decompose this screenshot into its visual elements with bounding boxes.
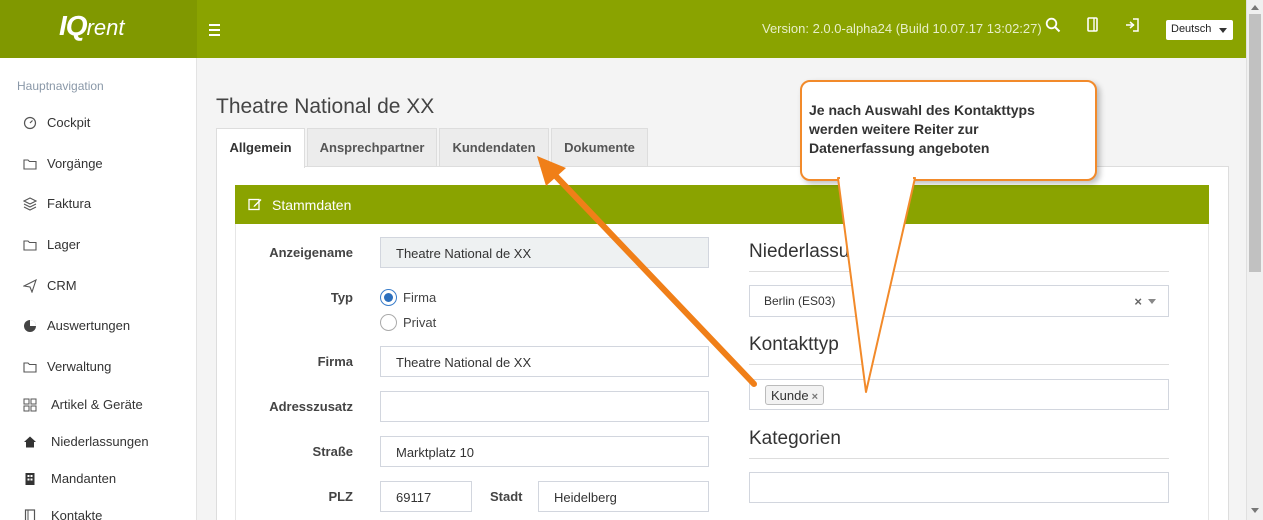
chevron-down-icon xyxy=(1219,28,1227,33)
version-info: Version: 2.0.0-alpha24 (Build 10.07.17 1… xyxy=(762,21,1042,36)
tab-kundendaten[interactable]: Kundendaten xyxy=(439,128,549,166)
annotation-callout: Je nach Auswahl des Kontakttyps werden w… xyxy=(800,80,1097,181)
niederlassung-value: Berlin (ES03) xyxy=(764,294,836,308)
sidebar-item-artikel-geraete[interactable]: Artikel & Geräte xyxy=(0,388,196,422)
sidebar-item-crm[interactable]: CRM xyxy=(0,269,196,303)
language-select[interactable]: Deutsch xyxy=(1166,20,1233,40)
sidebar-item-label: Faktura xyxy=(47,196,92,211)
top-header: IQrent Version: 2.0.0-alpha24 (Build 10.… xyxy=(0,0,1246,58)
book-icon xyxy=(23,509,37,520)
folder-icon xyxy=(23,238,37,252)
firma-label: Firma xyxy=(317,354,353,369)
tab-ansprechpartner[interactable]: Ansprechpartner xyxy=(307,128,437,166)
grid-icon xyxy=(23,398,37,412)
sidebar-title: Hauptnavigation xyxy=(17,79,104,93)
sidebar-item-label: Lager xyxy=(47,237,81,252)
strasse-field[interactable]: Marktplatz 10 xyxy=(380,436,709,467)
strasse-label: Straße xyxy=(312,444,353,459)
sidebar-item-label: Mandanten xyxy=(51,471,117,486)
sidebar-item-verwaltung[interactable]: Verwaltung xyxy=(0,350,196,384)
sidebar-item-label: Auswertungen xyxy=(47,318,131,333)
adresszusatz-label: Adresszusatz xyxy=(269,399,353,414)
sidebar-item-faktura[interactable]: Faktura xyxy=(0,187,196,221)
page-title: Theatre National de XX xyxy=(216,95,435,118)
typ-label: Typ xyxy=(330,290,353,305)
dashboard-icon xyxy=(23,116,37,130)
plz-field[interactable]: 69117 xyxy=(380,481,472,512)
folder-icon xyxy=(23,157,37,171)
tab-dokumente[interactable]: Dokumente xyxy=(551,128,648,166)
remove-tag-icon[interactable]: × xyxy=(812,391,818,403)
sidebar-item-label: Niederlassungen xyxy=(51,434,149,449)
sidebar-item-label: CRM xyxy=(47,278,77,293)
logo-area[interactable]: IQrent xyxy=(0,0,197,58)
sidebar-item-label: Kontakte xyxy=(51,508,103,520)
chevron-down-icon xyxy=(1148,299,1156,304)
sidebar-item-cockpit[interactable]: Cockpit xyxy=(0,106,196,140)
sidebar-item-label: Vorgänge xyxy=(47,156,103,171)
app-logo: IQrent xyxy=(59,10,125,41)
niederlassung-select[interactable]: Berlin (ES03) × xyxy=(749,285,1169,317)
clear-icon[interactable]: × xyxy=(1134,294,1142,309)
typ-firma-label: Firma xyxy=(403,290,437,305)
sidebar-item-niederlassungen[interactable]: Niederlassungen xyxy=(0,425,196,459)
sidebar-item-label: Verwaltung xyxy=(47,359,112,374)
sidebar-item-mandanten[interactable]: Mandanten xyxy=(0,462,196,496)
firma-field[interactable]: Theatre National de XX xyxy=(380,346,709,377)
kategorien-heading: Kategorien xyxy=(749,428,1169,459)
kontakttyp-input[interactable]: Kunde × xyxy=(749,379,1169,410)
menu-toggle-icon[interactable] xyxy=(209,19,223,39)
building-icon xyxy=(23,472,37,486)
kontakttyp-tag: Kunde × xyxy=(765,385,825,405)
search-icon[interactable] xyxy=(1045,17,1065,39)
niederlassung-heading: Niederlassu xyxy=(749,241,1169,272)
stammdaten-box-header: Stammdaten xyxy=(235,185,1209,224)
scroll-down-icon[interactable] xyxy=(1251,508,1259,513)
tab-allgemein[interactable]: Allgemein xyxy=(216,128,305,168)
pie-chart-icon xyxy=(23,319,37,333)
typ-privat-radio[interactable] xyxy=(380,314,397,331)
anzeigename-field: Theatre National de XX xyxy=(380,237,709,268)
box-title: Stammdaten xyxy=(272,197,352,213)
sidebar-item-auswertungen[interactable]: Auswertungen xyxy=(0,309,196,343)
edit-icon xyxy=(248,197,262,211)
plz-label: PLZ xyxy=(328,489,353,504)
sidebar-item-vorgaenge[interactable]: Vorgänge xyxy=(0,147,196,181)
scroll-thumb[interactable] xyxy=(1249,14,1261,272)
stadt-label: Stadt xyxy=(490,489,523,504)
adresszusatz-field[interactable] xyxy=(380,391,709,422)
sidebar-item-label: Cockpit xyxy=(47,115,91,130)
sidebar-item-kontakte[interactable]: Kontakte xyxy=(0,499,196,520)
sidebar-item-label: Artikel & Geräte xyxy=(51,397,143,412)
callout-text: Je nach Auswahl des Kontakttyps werden w… xyxy=(809,102,1035,156)
scroll-up-icon[interactable] xyxy=(1251,5,1259,10)
home-icon xyxy=(23,435,37,449)
page-scrollbar[interactable] xyxy=(1246,0,1263,520)
kategorien-input[interactable] xyxy=(749,472,1169,503)
anzeigename-label: Anzeigename xyxy=(269,245,353,260)
layers-icon xyxy=(22,197,38,211)
folder-icon xyxy=(23,360,37,374)
stadt-field[interactable]: Heidelberg xyxy=(538,481,709,512)
send-icon xyxy=(22,278,37,294)
sidebar: Hauptnavigation Cockpit Vorgänge Faktura… xyxy=(0,58,197,520)
kontakttyp-heading: Kontakttyp xyxy=(749,334,1169,365)
tablet-icon[interactable] xyxy=(1086,17,1106,39)
logout-icon[interactable] xyxy=(1124,17,1144,39)
typ-firma-radio[interactable] xyxy=(380,289,397,306)
typ-privat-label: Privat xyxy=(403,315,437,330)
sidebar-item-lager[interactable]: Lager xyxy=(0,228,196,262)
